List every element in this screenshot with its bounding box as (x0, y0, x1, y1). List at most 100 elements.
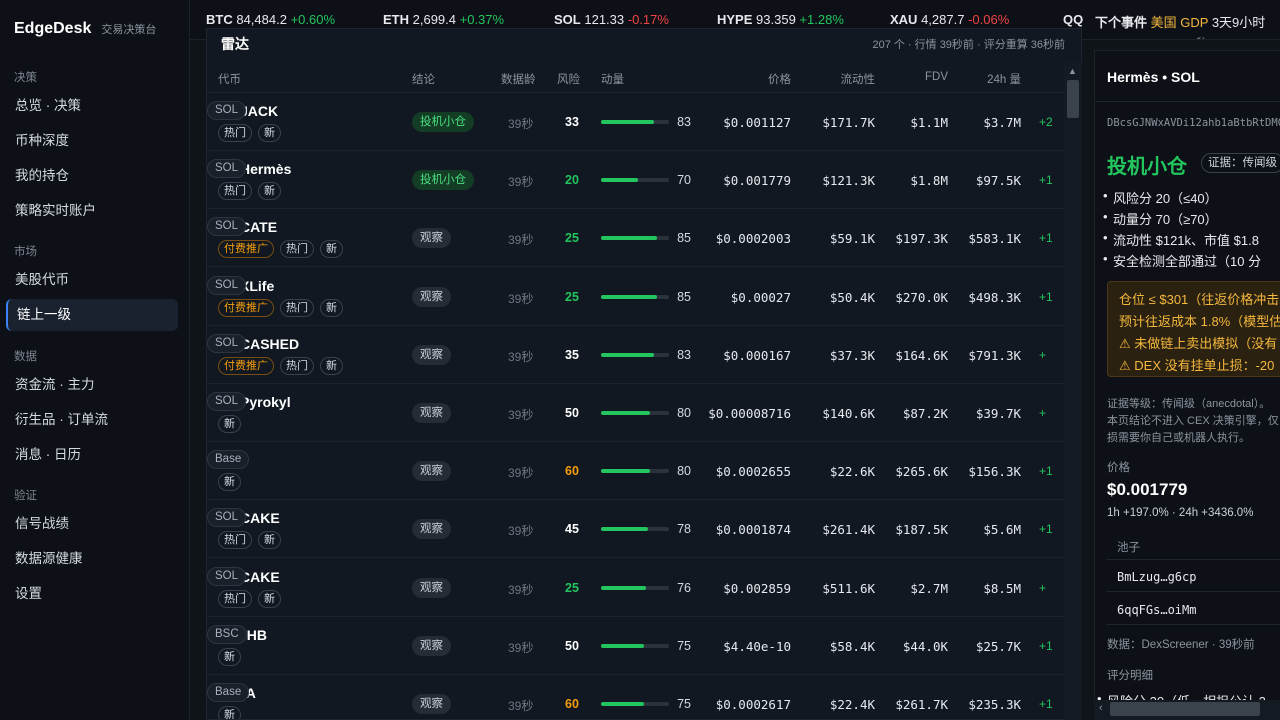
token-name[interactable]: CASHED (240, 336, 299, 352)
scrollbar-thumb[interactable] (1067, 80, 1079, 118)
chain-badge: SOL (207, 392, 247, 411)
tag-badge: 热门 (280, 298, 314, 317)
verdict-badge: 观察 (412, 577, 451, 598)
table-row[interactable]: CAKE SOL 热门新观察 39秒 25 76 $0.002859 $511.6K $2.7M… (207, 559, 1067, 617)
sidebar-item[interactable]: 资金流 · 主力 (6, 369, 178, 401)
table-row[interactable]: JoeBase新观察39秒6080$0.0002655$22.6K$265.6K… (207, 442, 1067, 501)
pool-address[interactable]: 6qqFGs…oiMm (1117, 603, 1196, 617)
risk-score: 60 (565, 464, 579, 479)
chain-badge: BSC (207, 624, 247, 644)
hscrollbar-thumb[interactable] (1110, 702, 1260, 716)
ticker-item[interactable]: BTC 84,484.2 1秒 +0.60% (206, 12, 523, 39)
col-token[interactable]: 代币 (218, 71, 241, 87)
fdv-cell: $265.6K (895, 464, 948, 480)
next-event[interactable]: 下个事件 美国 GDP 3天9小时 (1095, 12, 1280, 31)
table-row[interactable]: CATE SOL 付费推广 热门新观察 39秒 25 85 $0.0002003 $59.1K $… (207, 209, 1067, 268)
sidebar-item[interactable]: 设置 (6, 578, 178, 610)
next-event-event: 美国 GDP (1150, 15, 1209, 30)
panel-hscrollbar[interactable]: ‹ (1094, 700, 1280, 720)
risk-score: 35 (565, 347, 579, 362)
ticker-change: -0.06% (968, 12, 1010, 27)
col-price[interactable]: 价格 (691, 71, 791, 87)
liquidity-cell: $37.3K (829, 347, 875, 363)
table-scrollbar[interactable]: ▲ (1064, 62, 1082, 720)
sidebar-item[interactable]: 总览 · 决策 (6, 90, 178, 122)
data-age: 39秒 (508, 233, 534, 248)
extra-cell: +1 (1039, 464, 1053, 479)
token-name[interactable]: Pyrokyl (240, 394, 291, 410)
tag-badge: 新 (218, 706, 241, 719)
fdv-cell: $1.8M (910, 173, 948, 189)
table-row[interactable]: CAKE SOL 热门新观察 39秒 45 78 $0.0001874 $261.4K $187… (207, 500, 1067, 559)
col-risk[interactable]: 风险 (557, 71, 580, 87)
sidebar-item[interactable]: 币种深度 (6, 125, 178, 157)
sidebar-group-label: 市场 (14, 246, 37, 258)
ticker-item[interactable]: XAU 4,287.7 1秒 -0.06% (890, 12, 1207, 39)
risk-score: 50 (565, 406, 579, 420)
sidebar-item[interactable]: 消息 · 日历 (6, 439, 178, 471)
ticker-item[interactable]: ETH 2,699.4 1秒 +0.37% (383, 12, 700, 39)
momentum-bar-fill (601, 178, 638, 183)
momentum-score: 83 (677, 115, 691, 129)
table-row[interactable]: CYPHBBSC新观察39秒5075$4.40e-10$58.4K$44.0K$… (207, 617, 1067, 675)
volume-cell: $791.3K (968, 347, 1021, 363)
volume-cell: $25.7K (975, 638, 1021, 654)
verdict-badge: 观察 (412, 519, 451, 540)
col-verdict[interactable]: 结论 (412, 71, 435, 87)
sidebar-item[interactable]: 美股代币 (6, 264, 178, 296)
ticker-item[interactable]: SOL 121.33 1秒 -0.17% (554, 12, 871, 39)
sidebar-item[interactable]: 衍生品 · 订单流 (6, 404, 178, 436)
radar-panel: 雷达 207 个 · 行情 39秒前 · 评分重算 36秒前 代币 结论 数据龄… (206, 28, 1082, 720)
volume-cell: $156.3K (968, 464, 1021, 480)
momentum-score: 76 (677, 580, 691, 595)
brand-subtitle: 交易决策台 (101, 24, 157, 36)
verdict-badge: 投机小仓 (412, 170, 474, 191)
momentum-score: 75 (677, 638, 691, 653)
ticker-change: +0.60% (290, 12, 336, 27)
volume-cell: $5.6M (983, 522, 1021, 538)
table-row[interactable]: Pyrokyl SOL 新 观察 39秒 50 80 $0.00008716 $140.6K $8… (207, 384, 1067, 442)
ticker-price: 93.359 (756, 12, 796, 27)
sidebar-item[interactable]: 链上一级 (6, 299, 178, 331)
risk-score: 33 (565, 115, 579, 129)
chain-badge: Base (207, 450, 250, 470)
price-change: 1h +197.0% · 24h +3436.0% (1107, 507, 1254, 519)
sidebar-item[interactable]: 我的持仓 (6, 160, 178, 192)
table-row[interactable]: CASHED SOL 付费推广 热门新 观察 39秒 35 83 $0.000167 $37.3K… (207, 326, 1067, 384)
col-momentum[interactable]: 动量 (601, 71, 624, 87)
liquidity-cell: $22.6K (829, 464, 875, 480)
liquidity-cell: $50.4K (829, 289, 875, 305)
token-name[interactable]: Hermès (240, 161, 291, 177)
panel-title: Hermès • SOL (1107, 69, 1200, 85)
tag-badge: 新 (320, 356, 343, 375)
ticker-change: -0.17% (627, 12, 669, 27)
panel-bullet: 安全检测全部通过（10 分 (1103, 251, 1261, 270)
risk-score: 25 (565, 580, 579, 595)
sidebar-item[interactable]: 信号战绩 (6, 508, 178, 540)
table-row[interactable]: Hermès SOL 热门新 投机小仓 39秒 20 70 $0.001779 $121.3K $… (207, 151, 1067, 210)
col-fdv[interactable]: FDV (879, 71, 948, 83)
col-age[interactable]: 数据龄 (501, 71, 536, 87)
table-row[interactable]: JACK SOL 热门新投机小仓 39秒 33 83 $0.001127 $171.7K $1.… (207, 93, 1067, 151)
col-volume[interactable]: 24h 量 (951, 71, 1021, 87)
data-age: 39秒 (508, 349, 534, 364)
pool-address[interactable]: BmLzug…g6cp (1117, 570, 1196, 584)
ticker-item[interactable]: QQ (1063, 12, 1083, 27)
data-age: 39秒 (508, 117, 534, 131)
sidebar-item[interactable]: 策略实时账户 (6, 195, 178, 227)
next-event-eta: 3天9小时 (1211, 15, 1266, 30)
col-liquidity[interactable]: 流动性 (797, 71, 876, 87)
ticker-item[interactable]: HYPE 93.359 1秒 +1.28% (717, 12, 1034, 39)
risk-score: 45 (565, 522, 579, 537)
token-address[interactable]: DBcsGJNWxAVDi12ahb1aBtbRtDMC (1107, 117, 1280, 129)
price-cell: $0.0002655 (715, 464, 791, 480)
momentum-bar (601, 120, 669, 124)
table-row[interactable]: AEVABase新观察39秒6075$0.0002617$22.4K$261.7… (207, 675, 1067, 719)
next-event-label: 下个事件 (1095, 15, 1148, 30)
scroll-up-icon[interactable]: ▲ (1068, 66, 1077, 76)
scroll-left-icon[interactable]: ‹ (1099, 702, 1103, 714)
sidebar-item[interactable]: 数据源健康 (6, 543, 178, 575)
pool-divider (1107, 624, 1280, 625)
table-row[interactable]: XLife SOL 付费推广 热门新观察 39秒 25 85 $0.00027 $50.4K $2… (207, 268, 1067, 326)
verdict-badge: 观察 (412, 694, 451, 714)
